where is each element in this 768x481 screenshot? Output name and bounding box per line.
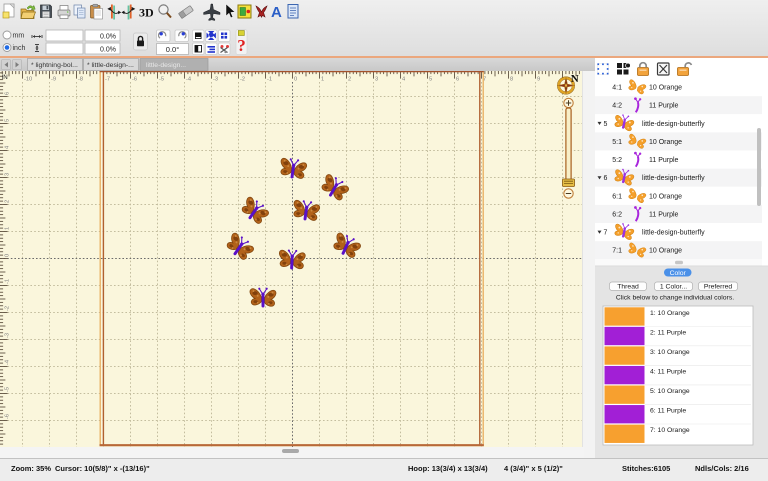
svg-text:6: 6	[5, 92, 11, 95]
svg-text:10 Orange: 10 Orange	[649, 139, 682, 146]
svg-text:4:1: 4:1	[612, 85, 622, 92]
svg-text:A: A	[271, 4, 282, 21]
svg-text:Click below to change individu: Click below to change individual colors.	[616, 295, 734, 302]
svg-text:0.0%: 0.0%	[100, 47, 116, 54]
svg-text:4:2: 4:2	[612, 103, 622, 110]
svg-text:mm: mm	[13, 33, 25, 40]
svg-text:N: N	[571, 73, 579, 85]
svg-text:1 Color...: 1 Color...	[660, 284, 687, 291]
svg-text:little-design-butterfly: little-design-butterfly	[642, 175, 705, 182]
svg-text:-5: -5	[159, 77, 164, 83]
svg-text:-1: -1	[267, 77, 272, 83]
svg-text:-4: -4	[5, 360, 11, 365]
svg-text:11 Purple: 11 Purple	[649, 211, 679, 218]
svg-text:-8: -8	[78, 77, 83, 83]
svg-text:1: 1	[5, 227, 11, 230]
svg-text:11 Purple: 11 Purple	[649, 103, 679, 110]
svg-text:-1: -1	[5, 279, 11, 284]
svg-text:1: 10 Orange: 1: 10 Orange	[650, 310, 690, 317]
svg-text:10 Orange: 10 Orange	[649, 248, 682, 255]
svg-text:1: 1	[321, 77, 324, 83]
svg-text:IN: IN	[2, 74, 8, 81]
svg-text:-5: -5	[5, 387, 11, 392]
svg-text:0: 0	[294, 77, 297, 83]
svg-text:2: 2	[5, 200, 11, 203]
svg-text:-2: -2	[240, 77, 245, 83]
svg-text:little-design-butterfly: little-design-butterfly	[642, 230, 705, 237]
svg-text:Thread: Thread	[617, 284, 639, 291]
svg-text:* little-design-...: * little-design-...	[87, 62, 134, 69]
svg-text:10 Orange: 10 Orange	[649, 193, 682, 200]
svg-text:-2: -2	[5, 306, 11, 311]
svg-text:7: 7	[604, 230, 608, 237]
svg-text:5: 5	[604, 121, 608, 128]
svg-text:5:1: 5:1	[612, 139, 622, 146]
svg-text:6: 11 Purple: 6: 11 Purple	[650, 408, 686, 415]
svg-text:4: 11 Purple: 4: 11 Purple	[650, 368, 686, 375]
svg-text:4: 4	[402, 77, 405, 83]
svg-text:9: 9	[537, 77, 540, 83]
svg-text:* lightning-bol...: * lightning-bol...	[31, 62, 78, 69]
svg-text:-6: -6	[132, 77, 137, 83]
svg-text:6: 6	[604, 175, 608, 182]
svg-text:0.0%: 0.0%	[100, 34, 116, 41]
svg-text:-3: -3	[213, 77, 218, 83]
svg-text:-7: -7	[105, 77, 110, 83]
svg-text:3D: 3D	[139, 6, 154, 20]
svg-text:6: 6	[456, 77, 459, 83]
svg-text:3: 3	[375, 77, 378, 83]
svg-text:0.0°: 0.0°	[166, 45, 179, 54]
svg-text:5: 5	[5, 119, 11, 122]
svg-text:0: 0	[5, 254, 11, 257]
svg-text:little-design...: little-design...	[146, 62, 186, 69]
svg-text:5: 10 Orange: 5: 10 Orange	[650, 388, 690, 395]
svg-text:2: 2	[348, 77, 351, 83]
svg-text:11 Purple: 11 Purple	[649, 157, 679, 164]
svg-text:Preferred: Preferred	[704, 284, 733, 291]
svg-text:-9: -9	[51, 77, 56, 83]
svg-text:-3: -3	[5, 333, 11, 338]
svg-text:3: 3	[5, 173, 11, 176]
svg-text:-6: -6	[5, 414, 11, 419]
svg-text:5:2: 5:2	[612, 157, 622, 164]
svg-text:7:1: 7:1	[612, 248, 622, 255]
svg-text:8: 8	[510, 77, 513, 83]
svg-text:inch: inch	[13, 45, 26, 52]
svg-text:6:1: 6:1	[612, 193, 622, 200]
svg-text:-10: -10	[24, 77, 32, 83]
svg-text:7: 10 Orange: 7: 10 Orange	[650, 427, 690, 434]
svg-text:4: 4	[5, 146, 11, 149]
svg-text:Color: Color	[670, 270, 687, 277]
svg-text:5: 5	[429, 77, 432, 83]
svg-text:?: ?	[237, 36, 246, 55]
svg-text:3: 10 Orange: 3: 10 Orange	[650, 349, 690, 356]
svg-text:6:2: 6:2	[612, 211, 622, 218]
svg-text:2: 11 Purple: 2: 11 Purple	[650, 329, 686, 336]
svg-text:little-design-butterfly: little-design-butterfly	[642, 121, 705, 128]
svg-text:-4: -4	[186, 77, 191, 83]
svg-text:10 Orange: 10 Orange	[649, 85, 682, 92]
